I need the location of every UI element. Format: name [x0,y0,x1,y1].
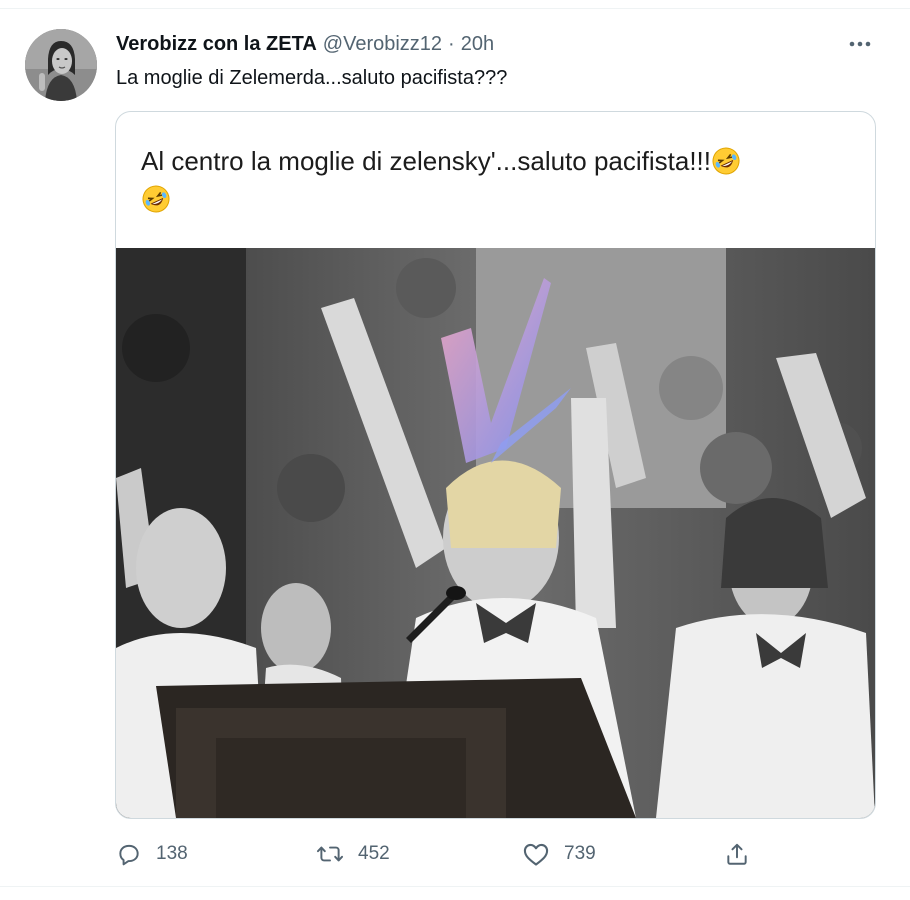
media-caption-text: Al centro la moglie di zelensky'...salut… [141,146,712,176]
display-name[interactable]: Verobizz con la ZETA [116,33,317,56]
rolling-laughing-emoji-icon [142,185,170,213]
tweet-text: La moglie di Zelemerda...saluto pacifist… [116,67,508,89]
more-icon [849,41,871,47]
avatar[interactable] [25,29,97,101]
media-card[interactable]: Al centro la moglie di zelensky'...salut… [115,111,876,819]
bottom-divider [0,886,910,887]
rally-photo[interactable] [116,248,875,818]
retweet-button[interactable]: 452 [316,836,390,872]
heart-icon [523,843,549,866]
more-button[interactable] [842,30,878,58]
retweet-icon [316,846,344,862]
like-count: 739 [564,843,596,864]
share-button[interactable] [724,836,750,872]
tweet: Verobizz con la ZETA @Verobizz12 · 20h L… [0,0,910,900]
reply-count: 138 [156,843,188,864]
rolling-laughing-emoji-icon [712,147,740,175]
user-handle[interactable]: @Verobizz12 [323,33,442,56]
media-caption: Al centro la moglie di zelensky'...salut… [141,142,841,218]
timestamp[interactable]: 20h [461,33,494,56]
tweet-header: Verobizz con la ZETA @Verobizz12 · 20h [116,30,494,58]
reply-icon [119,844,139,866]
action-bar: 138 452 739 [0,836,910,872]
separator-dot: · [448,32,455,55]
share-icon [727,843,747,865]
reply-button[interactable]: 138 [116,836,188,872]
retweet-count: 452 [358,843,390,864]
like-button[interactable]: 739 [522,836,596,872]
